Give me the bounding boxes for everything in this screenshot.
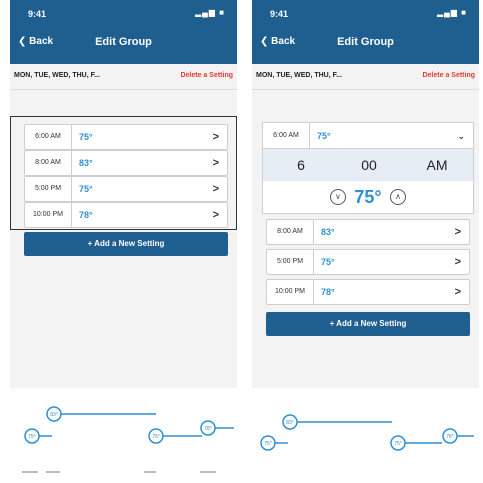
chevron-right-icon: > <box>454 286 461 298</box>
setting-time: 5:00 PM <box>267 250 314 274</box>
delete-setting-link[interactable]: Delete a Setting <box>422 72 475 79</box>
add-setting-button[interactable]: + Add a New Setting <box>24 232 228 256</box>
setting-row[interactable]: 5:00 PM 75° > <box>266 249 470 275</box>
schedule-graph-svg: 75° 83° 75° 78° <box>260 414 474 451</box>
schedule-graph: 75° 83° 75° 78° <box>252 388 479 483</box>
graph-bubble-label: 75° <box>264 441 272 447</box>
graph-bubble-label: 78° <box>204 426 212 432</box>
phone-screen-left: 9:41 ▂▄▆ ■ ❮ Back Edit Group MON, TUE, W… <box>10 0 237 483</box>
setting-temp: 78° <box>321 287 335 297</box>
graph-bubble-label: 83° <box>286 420 294 426</box>
phone-screen-right: 9:41 ▂▄▆ ■ ❮ Back Edit Group MON, TUE, W… <box>252 0 479 483</box>
chevron-down-icon: ⌄ <box>457 131 465 141</box>
picker-minute[interactable]: 00 <box>339 149 399 181</box>
picker-hour[interactable]: 6 <box>271 149 331 181</box>
expanded-setting: 6:00 AM 75° ⌄ 6 00 AM ∨ 75° ∧ <box>262 122 474 214</box>
page-title: Edit Group <box>337 36 394 48</box>
highlight-frame <box>10 116 237 230</box>
graph-bubble-label: 83° <box>50 412 58 418</box>
setting-time: 6:00 AM <box>263 123 310 149</box>
graph-bubble-label: 75° <box>28 434 36 440</box>
decrease-temp-button[interactable]: ∨ <box>329 189 346 205</box>
setting-row[interactable]: 8:00 AM 83° > <box>266 219 470 245</box>
time-picker[interactable]: 6 00 AM <box>263 149 473 181</box>
status-time: 9:41 <box>270 9 289 19</box>
setting-row[interactable]: 10:00 PM 78° > <box>266 279 470 305</box>
setting-time: 10:00 PM <box>267 280 314 304</box>
increase-temp-button[interactable]: ∧ <box>390 189 407 205</box>
setpoint-control: ∨ 75° ∧ <box>263 181 473 213</box>
setpoint-temp: 75° <box>354 187 382 207</box>
graph-bubble-label: 75° <box>152 434 160 440</box>
days-label: MON, TUE, WED, THU, F... <box>256 72 342 79</box>
setting-temp: 83° <box>321 227 335 237</box>
chevron-right-icon: > <box>454 226 461 238</box>
graph-bubble-label: 78° <box>446 434 454 440</box>
setting-temp: 75° <box>321 257 335 267</box>
graph-bubble-label: 75° <box>394 441 402 447</box>
app-header: 9:41 ▂▄▆ ■ ❮ Back Edit Group <box>10 0 237 64</box>
app-header: 9:41 ▂▄▆ ■ ❮ Back Edit Group <box>252 0 479 64</box>
days-bar: MON, TUE, WED, THU, F... Delete a Settin… <box>252 64 479 90</box>
status-time: 9:41 <box>28 9 47 19</box>
days-label: MON, TUE, WED, THU, F... <box>14 72 100 79</box>
delete-setting-link[interactable]: Delete a Setting <box>180 72 233 79</box>
add-setting-button[interactable]: + Add a New Setting <box>266 312 470 336</box>
chevron-right-icon: > <box>454 256 461 268</box>
signal-battery-icon: ▂▄▆ ■ <box>194 8 225 17</box>
days-bar: MON, TUE, WED, THU, F... Delete a Settin… <box>10 64 237 90</box>
setting-time: 8:00 AM <box>267 220 314 244</box>
schedule-graph: 75° 83° 75° 78° <box>10 388 237 483</box>
expanded-setting-header[interactable]: 6:00 AM 75° ⌄ <box>263 123 473 149</box>
setting-temp: 75° <box>317 131 331 141</box>
schedule-graph-svg: 75° 83° 75° 78° <box>22 406 234 473</box>
picker-ampm[interactable]: AM <box>407 149 467 181</box>
page-title: Edit Group <box>95 36 152 48</box>
signal-battery-icon: ▂▄▆ ■ <box>436 8 467 17</box>
